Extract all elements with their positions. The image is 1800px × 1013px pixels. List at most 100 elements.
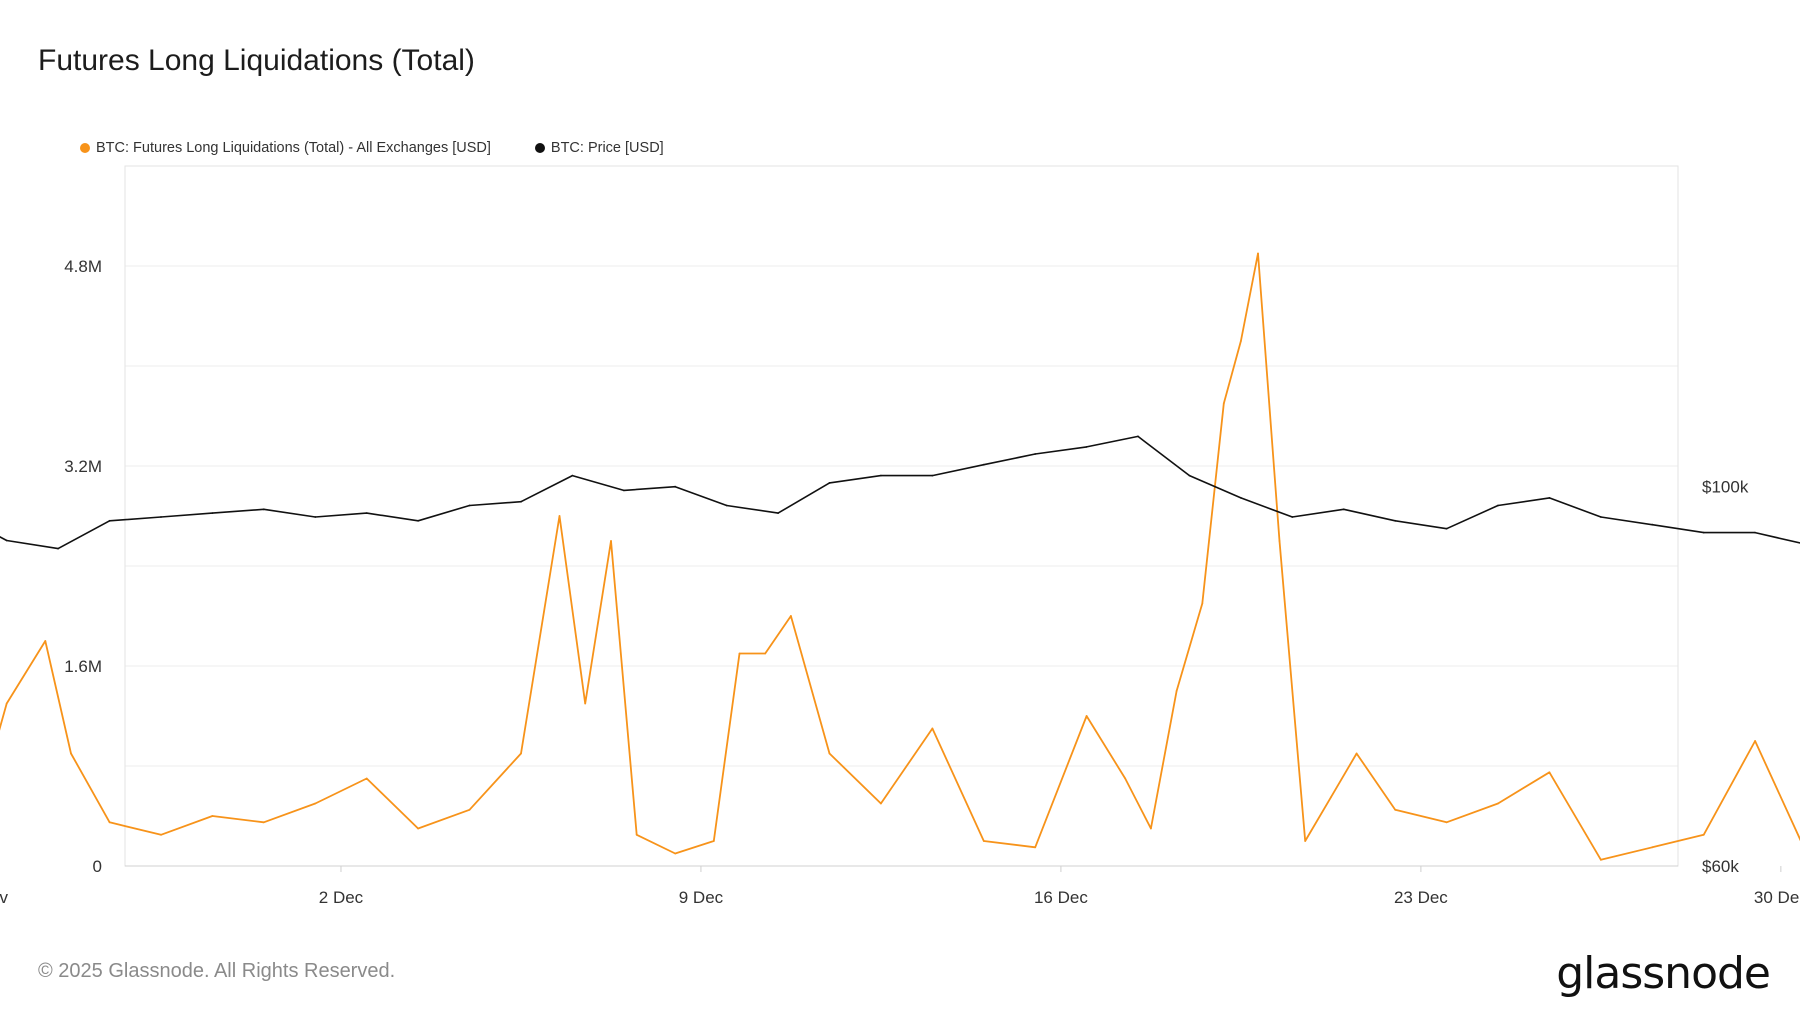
data-point-liquidations: [635, 833, 638, 836]
data-point-liquidations: [70, 752, 72, 755]
data-point-price: [1291, 516, 1294, 518]
data-point-price: [1085, 446, 1088, 448]
glassnode-logo: glassnode: [1556, 948, 1771, 999]
data-point-price: [57, 547, 59, 550]
x-tick-label: 30 Dec: [1754, 888, 1800, 907]
data-point-price: [828, 482, 831, 484]
y-tick-label-left: 4.8M: [64, 257, 102, 276]
data-point-price: [1137, 435, 1139, 438]
data-point-price: [160, 516, 162, 518]
y-tick-label-right: $100k: [1702, 478, 1749, 497]
data-point-price: [1497, 504, 1499, 507]
data-point-liquidations: [1330, 796, 1332, 799]
data-point-liquidations: [1222, 402, 1225, 405]
series-layer: [0, 252, 1800, 861]
data-point-liquidations: [262, 821, 265, 824]
x-tick-label: 16 Dec: [1034, 888, 1088, 907]
data-point-liquidations: [558, 515, 561, 517]
data-point-liquidations: [468, 808, 471, 811]
data-point-price: [571, 474, 574, 477]
data-point-price: [5, 539, 8, 542]
data-point-liquidations: [211, 815, 214, 817]
y-tick-label-left: 0: [93, 857, 102, 876]
data-point-liquidations: [5, 702, 8, 705]
y-tick-label-right: $60k: [1702, 857, 1739, 876]
data-point-price: [982, 463, 985, 466]
data-point-liquidations: [1201, 602, 1204, 605]
data-point-price: [725, 504, 728, 507]
data-point-price: [1394, 519, 1397, 522]
data-point-liquidations: [610, 540, 612, 542]
data-point-price: [622, 489, 625, 492]
axis-layer: 01.6M3.2M4.8M$60k$100k4 Nov11 Nov18 Nov2…: [0, 257, 1800, 907]
data-point-liquidations: [365, 777, 368, 780]
copyright-footer: © 2025 Glassnode. All Rights Reserved.: [38, 960, 396, 982]
data-point-liquidations: [1240, 340, 1242, 342]
data-point-price: [674, 485, 677, 488]
data-point-price: [1702, 531, 1705, 534]
x-tick-label: 2 Dec: [319, 888, 364, 907]
data-point-price: [1342, 508, 1345, 511]
x-tick-label: 23 Dec: [1394, 888, 1448, 907]
plot-frame: [124, 165, 1679, 867]
data-point-liquidations: [1085, 715, 1088, 717]
data-point-liquidations: [108, 821, 111, 824]
y-tick-label-left: 1.6M: [64, 657, 102, 676]
data-point-liquidations: [1257, 252, 1259, 255]
data-point-liquidations: [790, 615, 792, 617]
data-point-liquidations: [764, 652, 767, 655]
data-point-liquidations: [674, 852, 677, 855]
data-point-price: [1754, 531, 1756, 534]
data-point-liquidations: [1548, 771, 1551, 774]
data-point-price: [1034, 453, 1037, 455]
data-point-price: [211, 512, 214, 514]
data-point-liquidations: [1175, 690, 1178, 692]
x-tick-label: 9 Dec: [679, 888, 724, 907]
data-point-price: [314, 516, 317, 518]
data-point-liquidations: [1754, 740, 1756, 742]
grid-layer: [125, 165, 1678, 867]
data-point-liquidations: [1702, 833, 1705, 836]
data-point-price: [108, 519, 111, 522]
data-point-liquidations: [1651, 846, 1654, 849]
data-point-price: [1548, 497, 1551, 499]
data-point-liquidations: [738, 652, 741, 655]
data-point-liquidations: [712, 840, 715, 842]
data-point-liquidations: [160, 833, 162, 836]
data-point-liquidations: [1497, 802, 1499, 805]
data-point-liquidations: [1394, 808, 1397, 811]
data-point-price: [1600, 516, 1602, 518]
data-point-liquidations: [1278, 540, 1281, 542]
data-point-price: [1445, 527, 1448, 530]
data-point-liquidations: [1445, 821, 1448, 824]
data-point-liquidations: [44, 640, 47, 642]
data-point-price: [931, 474, 934, 477]
data-point-price: [520, 500, 522, 503]
data-point-liquidations: [584, 702, 587, 705]
data-point-price: [417, 519, 419, 522]
data-point-liquidations: [1150, 827, 1152, 830]
data-point-liquidations: [1034, 846, 1037, 849]
data-point-price: [880, 474, 882, 477]
data-point-price: [365, 512, 368, 514]
data-point-liquidations: [314, 802, 317, 805]
series-line-price: [0, 435, 1800, 550]
data-point-price: [468, 504, 471, 507]
data-point-liquidations: [520, 752, 522, 755]
data-point-liquidations: [1600, 858, 1602, 861]
data-point-liquidations: [931, 727, 934, 730]
data-point-price: [262, 508, 265, 511]
chart-area: 01.6M3.2M4.8M$60k$100k4 Nov11 Nov18 Nov2…: [0, 165, 1800, 907]
data-point-liquidations: [982, 840, 985, 842]
data-point-liquidations: [417, 827, 419, 830]
data-point-price: [1240, 497, 1242, 499]
data-point-liquidations: [880, 802, 882, 805]
data-point-liquidations: [1124, 777, 1127, 780]
y-tick-label-left: 3.2M: [64, 457, 102, 476]
data-point-price: [1188, 474, 1191, 477]
x-tick-label: 25 Nov: [0, 888, 8, 907]
data-point-price: [777, 512, 779, 514]
data-point-liquidations: [1355, 752, 1358, 755]
data-point-liquidations: [828, 752, 831, 755]
data-point-price: [1651, 523, 1654, 526]
